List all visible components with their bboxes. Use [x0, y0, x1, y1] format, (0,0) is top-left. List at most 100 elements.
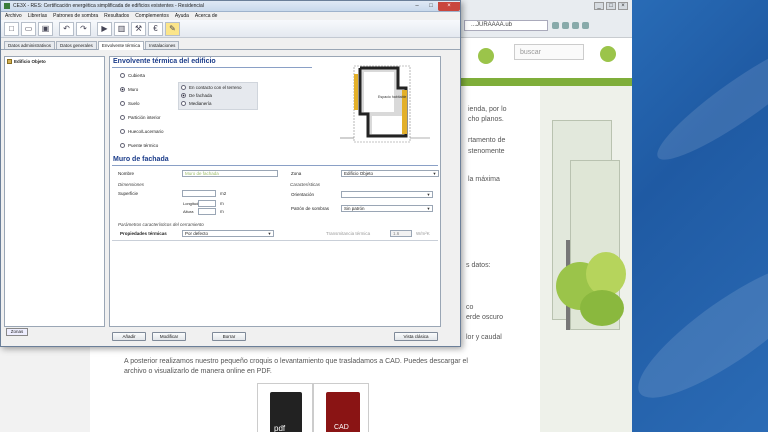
- tab-datos-administrativos[interactable]: Datos administrativos: [4, 41, 56, 49]
- menu-icon[interactable]: [582, 22, 589, 29]
- bookmark-icon[interactable]: [572, 22, 579, 29]
- envolvente-diagram: Espacio habitable: [340, 65, 430, 143]
- note-icon[interactable]: ✎: [165, 22, 180, 36]
- radio-muro-terreno[interactable]: En contacto con el terreno: [181, 85, 242, 90]
- euro-icon[interactable]: €: [148, 22, 163, 36]
- page-text: ienda, por lo: [468, 106, 507, 113]
- window-controls: – □ ×: [410, 1, 460, 11]
- toolbar: □ ▭ ▣ ↶ ↷ ▶ ▥ ⚒ € ✎: [1, 20, 460, 38]
- radio-icon: [181, 85, 186, 90]
- tab-envolvente-termica[interactable]: Envolvente térmica: [97, 41, 145, 50]
- save-icon[interactable]: ▣: [38, 22, 53, 36]
- maximize-icon[interactable]: □: [424, 2, 438, 11]
- minimize-icon[interactable]: –: [410, 2, 424, 11]
- nombre-field[interactable]: Muro de fachada: [182, 170, 278, 177]
- address-bar[interactable]: ...JURAAAA.ub: [464, 20, 548, 31]
- radio-particion-interior[interactable]: Partición interior: [120, 115, 161, 120]
- app-icon: [4, 3, 10, 9]
- undo-icon[interactable]: ↶: [59, 22, 74, 36]
- radio-icon: [120, 143, 125, 148]
- altura-field[interactable]: [198, 208, 216, 215]
- radio-icon: [120, 115, 125, 120]
- radio-icon: [120, 73, 125, 78]
- main-tabs: Datos administrativos Datos generales En…: [1, 41, 460, 50]
- patron-select[interactable]: Sin patrón ▼: [341, 205, 433, 212]
- tree-item-edificio-objeto[interactable]: Edificio Objeto: [5, 57, 104, 66]
- star-icon[interactable]: [552, 22, 559, 29]
- open-folder-icon[interactable]: ▭: [21, 22, 36, 36]
- radio-suelo[interactable]: Suelo: [120, 101, 140, 106]
- anadir-button[interactable]: Añadir: [112, 332, 146, 341]
- longitud-unit: m: [220, 201, 224, 206]
- redo-icon[interactable]: ↷: [76, 22, 91, 36]
- elements-grid[interactable]: [112, 240, 438, 327]
- zona-select[interactable]: Edificio Objeto ▼: [341, 170, 439, 177]
- superficie-field[interactable]: [182, 190, 216, 197]
- longitud-field[interactable]: [198, 200, 216, 207]
- borrar-button[interactable]: Borrar: [212, 332, 246, 341]
- new-file-icon[interactable]: □: [4, 22, 19, 36]
- play-icon[interactable]: ▶: [97, 22, 112, 36]
- propiedades-value: Por defecto: [185, 231, 209, 236]
- page-text: cho planos.: [468, 116, 504, 123]
- tab-datos-generales[interactable]: Datos generales: [56, 41, 97, 49]
- transmitancia-field: 1.6: [390, 230, 412, 237]
- transmitancia-unit: W/m²K: [416, 231, 430, 236]
- menu-patrones[interactable]: Patrones de sombra: [53, 13, 98, 19]
- modificar-button[interactable]: Modificar: [152, 332, 186, 341]
- radio-label: Puente térmico: [128, 143, 159, 148]
- orientacion-label: Orientación: [291, 192, 315, 197]
- patron-value: Sin patrón: [344, 206, 365, 211]
- chevron-down-icon: ▼: [267, 231, 272, 236]
- minimize-icon[interactable]: _: [594, 2, 604, 10]
- nombre-label: Nombre: [118, 171, 135, 176]
- radio-icon: [120, 87, 125, 92]
- superficie-unit: m2: [220, 191, 227, 196]
- close-icon[interactable]: ×: [618, 2, 628, 10]
- transmitancia-label: Transmitancia térmica: [326, 231, 371, 236]
- close-icon[interactable]: ×: [438, 1, 460, 11]
- radio-icon: [120, 101, 125, 106]
- desktop-streak: [646, 26, 768, 174]
- zonas-button[interactable]: Zonas: [6, 328, 28, 336]
- home-icon[interactable]: [562, 22, 569, 29]
- menu-bar: Archivo Librerías Patrones de sombra Res…: [1, 12, 460, 20]
- radio-muro-fachada[interactable]: De fachada: [181, 93, 212, 98]
- radio-cubierta[interactable]: Cubierta: [120, 73, 145, 78]
- menu-librerias[interactable]: Librerías: [28, 13, 47, 19]
- longitud-label: Longitud: [183, 201, 199, 206]
- radio-label: Hueco/Lucernario: [128, 129, 164, 134]
- radio-label: Medianería: [189, 101, 212, 106]
- menu-ayuda[interactable]: Ayuda: [175, 13, 189, 19]
- section-divider: [112, 165, 438, 166]
- radio-icon: [181, 93, 186, 98]
- page-text: la máxima: [468, 176, 500, 183]
- pdf-icon: pdf: [274, 424, 286, 432]
- browser-chrome: _ □ ×: [460, 0, 632, 38]
- illustration-tree: [600, 46, 616, 62]
- radio-muro[interactable]: Muro: [120, 87, 138, 92]
- site-search-input[interactable]: buscar: [514, 44, 584, 60]
- cad-download-tile[interactable]: CAD: [313, 383, 369, 432]
- tab-instalaciones[interactable]: Instalaciones: [145, 41, 180, 49]
- menu-resultados[interactable]: Resultados: [104, 13, 129, 19]
- radio-puente-termico[interactable]: Puente térmico: [120, 143, 158, 148]
- radio-hueco-lucernario[interactable]: Hueco/Lucernario: [120, 129, 164, 134]
- propiedades-select[interactable]: Por defecto ▼: [182, 230, 274, 237]
- diagram-label: Espacio habitable: [378, 95, 406, 99]
- menu-complementos[interactable]: Complementos: [135, 13, 169, 19]
- title-bar[interactable]: CE3X - RES: Certificación energética sim…: [1, 1, 460, 12]
- building-icon[interactable]: ▥: [114, 22, 129, 36]
- envolvente-title: Envolvente térmica del edificio: [113, 58, 216, 65]
- pdf-download-tile[interactable]: pdf: [257, 383, 313, 432]
- window-title: CE3X - RES: Certificación energética sim…: [13, 3, 204, 9]
- caracteristicas-label: Características: [290, 182, 321, 187]
- vista-clasica-button[interactable]: Vista clásica: [394, 332, 438, 341]
- illustration-tree: [478, 48, 494, 64]
- wrench-icon[interactable]: ⚒: [131, 22, 146, 36]
- menu-acerca[interactable]: Acerca de: [195, 13, 218, 19]
- orientacion-select[interactable]: ▼: [341, 191, 433, 198]
- menu-archivo[interactable]: Archivo: [5, 13, 22, 19]
- radio-muro-medianeria[interactable]: Medianería: [181, 101, 212, 106]
- maximize-icon[interactable]: □: [606, 2, 616, 10]
